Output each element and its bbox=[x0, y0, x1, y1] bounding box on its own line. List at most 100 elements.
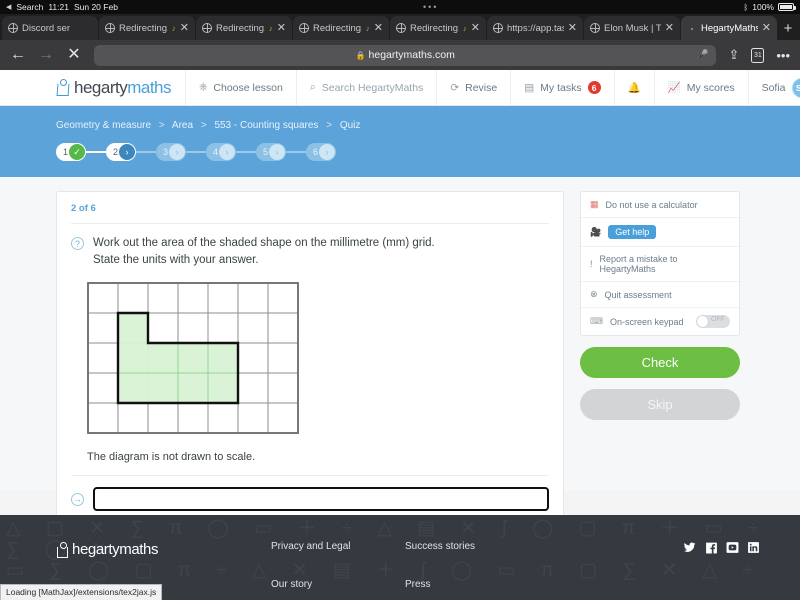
facebook-icon[interactable] bbox=[705, 541, 718, 554]
tab-close-button[interactable]: ✕ bbox=[277, 23, 286, 34]
my-tasks-button[interactable]: ▤ My tasks 6 bbox=[510, 70, 613, 105]
sidebar-item-get-help[interactable]: 🎥 Get help bbox=[581, 218, 739, 247]
question-mark-icon[interactable]: ? bbox=[71, 237, 84, 250]
user-menu[interactable]: Sofia SS bbox=[748, 70, 800, 105]
status-back-app-label[interactable]: Search bbox=[16, 2, 43, 12]
audio-playing-icon[interactable]: ♪ bbox=[269, 24, 273, 33]
globe-icon bbox=[105, 23, 115, 33]
my-tasks-count-badge: 6 bbox=[588, 81, 601, 94]
choose-lesson-label: Choose lesson bbox=[213, 82, 282, 94]
browser-tab[interactable]: Redirecting... ♪ ✕ bbox=[293, 16, 389, 40]
quiz-step-3[interactable]: 3 › bbox=[156, 143, 186, 161]
site-header: hegartymaths ⎈ Choose lesson ⌕ Search He… bbox=[0, 70, 800, 106]
browser-tab[interactable]: https://app.tas ✕ bbox=[487, 16, 583, 40]
page-favicon-icon bbox=[687, 23, 697, 33]
tab-title: Redirecting... bbox=[119, 23, 168, 34]
tabs-overview-button[interactable]: 31 bbox=[751, 48, 764, 63]
audio-playing-icon[interactable]: ♪ bbox=[172, 24, 176, 33]
search-box[interactable]: ⌕ Search HegartyMaths bbox=[296, 70, 436, 105]
bluetooth-icon: ᛒ bbox=[743, 3, 748, 12]
choose-lesson-button[interactable]: ⎈ Choose lesson bbox=[185, 70, 296, 105]
answer-input[interactable] bbox=[93, 487, 549, 511]
tab-close-button[interactable]: ✕ bbox=[762, 23, 771, 34]
more-menu-icon[interactable]: ••• bbox=[776, 48, 790, 63]
tab-close-button[interactable]: ✕ bbox=[471, 23, 480, 34]
tab-title: Redirecting... bbox=[216, 23, 265, 34]
browser-tab[interactable]: Redirecting... ♪ ✕ bbox=[99, 16, 195, 40]
back-arrow-icon[interactable]: ← bbox=[10, 47, 26, 63]
sidebar-item-quit-assessment[interactable]: ⊗ Quit assessment bbox=[581, 282, 739, 308]
breadcrumb-item-lesson[interactable]: 553 - Counting squares bbox=[214, 120, 318, 131]
tab-title: Redirecting... bbox=[410, 23, 459, 34]
address-bar[interactable]: 🔒 hegartymaths.com 🎤 bbox=[94, 45, 716, 66]
revise-button[interactable]: ⟳ Revise bbox=[436, 70, 510, 105]
tab-close-button[interactable]: ✕ bbox=[568, 23, 577, 34]
search-icon: ⌕ bbox=[310, 81, 316, 94]
footer-logo[interactable]: hegartymaths bbox=[56, 541, 271, 558]
question-line-2: State the units with your answer. bbox=[93, 252, 435, 269]
close-circle-icon: ⊗ bbox=[590, 289, 598, 300]
notifications-button[interactable]: 🔔 bbox=[614, 70, 654, 105]
browser-tab-active[interactable]: HegartyMaths ✕ bbox=[681, 16, 777, 40]
breadcrumb-separator: > bbox=[201, 120, 207, 131]
sidebar-item-label: Report a mistake to HegartyMaths bbox=[600, 254, 730, 274]
quiz-step-2[interactable]: 2 › bbox=[106, 143, 136, 161]
status-time: 11:21 bbox=[48, 2, 69, 12]
skip-button[interactable]: Skip bbox=[580, 389, 740, 420]
breadcrumb-separator: > bbox=[326, 120, 332, 131]
microphone-icon[interactable]: 🎤 bbox=[696, 50, 708, 61]
sidebar-item-label: On-screen keypad bbox=[610, 317, 684, 327]
hegartymaths-logo-icon bbox=[56, 79, 69, 96]
step-connector bbox=[186, 151, 206, 153]
forward-arrow-icon[interactable]: → bbox=[38, 47, 54, 63]
tab-close-button[interactable]: ✕ bbox=[180, 23, 189, 34]
linkedin-icon[interactable] bbox=[747, 541, 760, 554]
battery-icon bbox=[778, 3, 794, 11]
site-logo[interactable]: hegartymaths bbox=[0, 70, 185, 105]
twitter-icon[interactable] bbox=[682, 541, 697, 554]
sidebar-options-box: ▦ Do not use a calculator 🎥 Get help ! R… bbox=[580, 191, 740, 336]
globe-icon bbox=[8, 23, 18, 33]
get-help-button[interactable]: Get help bbox=[608, 225, 656, 239]
quiz-step-4[interactable]: 4 › bbox=[206, 143, 236, 161]
footer-link-press[interactable]: Press bbox=[405, 579, 539, 590]
back-to-app-arrow-icon[interactable]: ◀ bbox=[6, 3, 11, 11]
quiz-step-number: 1 bbox=[63, 147, 68, 157]
check-button[interactable]: Check bbox=[580, 347, 740, 378]
footer-link-our-story[interactable]: Our story bbox=[271, 579, 405, 590]
browser-tab[interactable]: Redirecting... ♪ ✕ bbox=[390, 16, 486, 40]
audio-playing-icon[interactable]: ♪ bbox=[366, 24, 370, 33]
browser-tab[interactable]: Discord ser bbox=[2, 16, 98, 40]
revise-label: Revise bbox=[465, 82, 497, 94]
globe-icon bbox=[299, 23, 309, 33]
breadcrumb-item-subtopic[interactable]: Area bbox=[172, 120, 193, 131]
my-scores-button[interactable]: 📈 My scores bbox=[654, 70, 748, 105]
onscreen-keypad-toggle[interactable]: OFF bbox=[696, 315, 730, 328]
sidebar-item-onscreen-keypad[interactable]: ⌨ On-screen keypad OFF bbox=[581, 308, 739, 335]
breadcrumb-item-topic[interactable]: Geometry & measure bbox=[56, 120, 151, 131]
share-icon[interactable]: ⇪ bbox=[728, 47, 739, 63]
question-sidebar: ▦ Do not use a calculator 🎥 Get help ! R… bbox=[580, 191, 740, 420]
question-figure bbox=[57, 278, 563, 445]
tab-close-button[interactable]: ✕ bbox=[374, 23, 383, 34]
sidebar-item-report-mistake[interactable]: ! Report a mistake to HegartyMaths bbox=[581, 247, 739, 282]
tab-close-button[interactable]: ✕ bbox=[665, 23, 674, 34]
browser-tab[interactable]: Elon Musk | Tes ✕ bbox=[584, 16, 680, 40]
browser-tab-bar: Discord ser Redirecting... ♪ ✕ Redirecti… bbox=[0, 14, 800, 40]
youtube-icon[interactable] bbox=[726, 541, 739, 554]
stop-loading-icon[interactable]: ✕ bbox=[66, 47, 82, 63]
lesson-icon: ⎈ bbox=[199, 81, 207, 94]
hegartymaths-logo-icon bbox=[56, 542, 68, 558]
globe-icon bbox=[396, 23, 406, 33]
counting-squares-grid bbox=[87, 282, 299, 434]
footer-link-privacy[interactable]: Privacy and Legal bbox=[271, 541, 405, 552]
question-card: 2 of 6 ? Work out the area of the shaded… bbox=[56, 191, 564, 526]
quiz-step-1[interactable]: 1 ✓ bbox=[56, 143, 86, 161]
quiz-step-5[interactable]: 5 › bbox=[256, 143, 286, 161]
browser-tab[interactable]: Redirecting... ♪ ✕ bbox=[196, 16, 292, 40]
audio-playing-icon[interactable]: ♪ bbox=[463, 24, 467, 33]
new-tab-button[interactable]: + bbox=[778, 16, 798, 40]
footer-link-success-stories[interactable]: Success stories bbox=[405, 541, 539, 552]
quiz-step-6[interactable]: 6 › bbox=[306, 143, 336, 161]
clipboard-icon: ▤ bbox=[524, 82, 534, 94]
